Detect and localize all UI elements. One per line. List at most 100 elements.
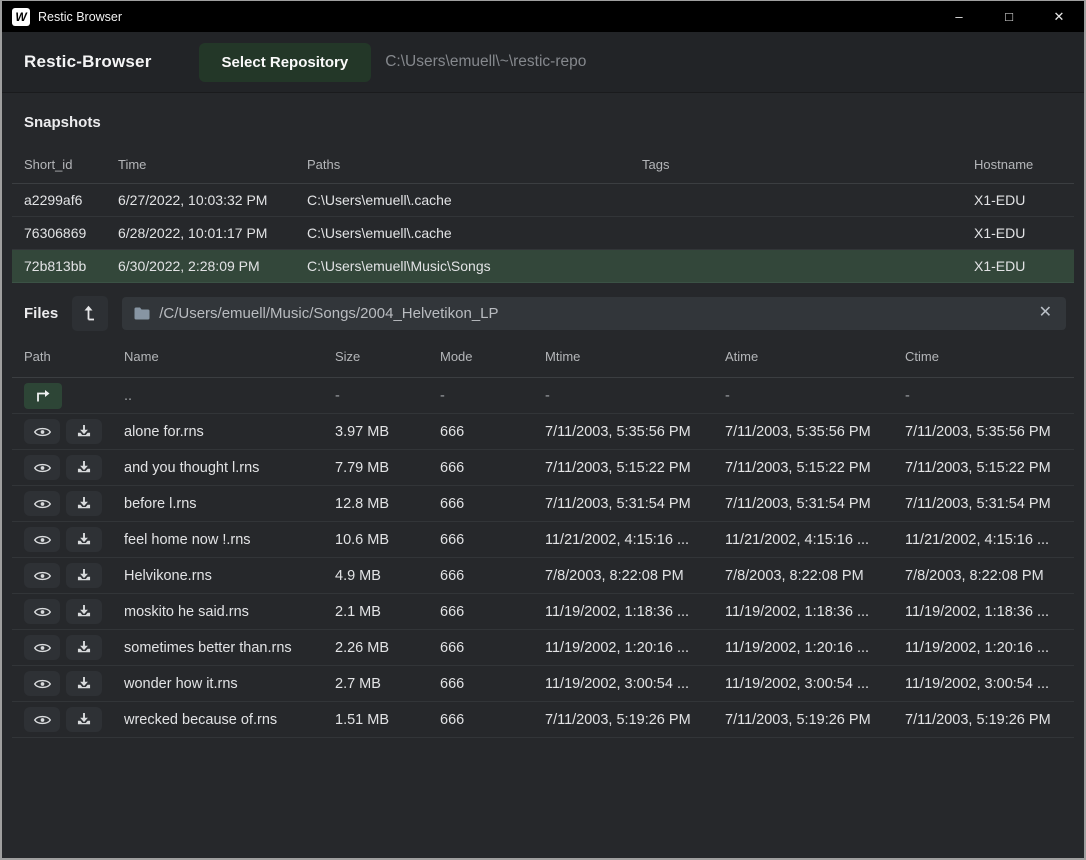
eye-icon: [34, 426, 51, 438]
column-header-time: Time: [118, 157, 307, 172]
snapshot-hostname: X1-EDU: [974, 258, 1062, 274]
column-header-mode: Mode: [440, 349, 545, 364]
snapshot-hostname: X1-EDU: [974, 225, 1062, 241]
download-file-button[interactable]: [66, 635, 102, 660]
column-header-path: Path: [24, 349, 124, 364]
file-mode: -: [440, 388, 545, 404]
file-ctime: 11/21/2002, 4:15:16 ...: [905, 532, 1062, 548]
download-file-button[interactable]: [66, 419, 102, 444]
download-file-button[interactable]: [66, 707, 102, 732]
file-name: and you thought l.rns: [124, 460, 335, 476]
maximize-button[interactable]: □: [984, 1, 1034, 32]
files-section-title: Files: [24, 305, 58, 322]
file-mtime: 7/11/2003, 5:19:26 PM: [545, 712, 725, 728]
download-icon: [77, 533, 91, 546]
up-right-arrow-icon: [35, 389, 51, 403]
download-icon: [77, 497, 91, 510]
preview-file-button[interactable]: [24, 419, 60, 444]
snapshots-section-title: Snapshots: [2, 93, 1084, 146]
select-repository-button[interactable]: Select Repository: [199, 43, 372, 82]
file-ctime: 11/19/2002, 3:00:54 ...: [905, 676, 1062, 692]
file-name: wonder how it.rns: [124, 676, 335, 692]
minimize-button[interactable]: –: [934, 1, 984, 32]
snapshot-paths: C:\Users\emuell\Music\Songs: [307, 258, 642, 274]
file-size: 3.97 MB: [335, 424, 440, 440]
download-file-button[interactable]: [66, 563, 102, 588]
file-row: Helvikone.rns 4.9 MB 666 7/8/2003, 8:22:…: [12, 558, 1074, 594]
snapshots-table-header: Short_id Time Paths Tags Hostname: [12, 146, 1074, 184]
column-header-short-id: Short_id: [24, 157, 118, 172]
snapshot-hostname: X1-EDU: [974, 192, 1062, 208]
file-atime: 11/21/2002, 4:15:16 ...: [725, 532, 905, 548]
file-atime: 11/19/2002, 3:00:54 ...: [725, 676, 905, 692]
file-name: before l.rns: [124, 496, 335, 512]
column-header-paths: Paths: [307, 157, 642, 172]
file-row: alone for.rns 3.97 MB 666 7/11/2003, 5:3…: [12, 414, 1074, 450]
clear-path-button[interactable]: ✕: [1037, 305, 1054, 321]
file-ctime: 7/11/2003, 5:35:56 PM: [905, 424, 1062, 440]
file-name: sometimes better than.rns: [124, 640, 335, 656]
window-controls: – □ ✕: [934, 1, 1084, 32]
download-icon: [77, 713, 91, 726]
snapshot-time: 6/28/2022, 10:01:17 PM: [118, 225, 307, 241]
close-button[interactable]: ✕: [1034, 1, 1084, 32]
eye-icon: [34, 714, 51, 726]
open-parent-directory-button[interactable]: [24, 383, 62, 409]
file-mode: 666: [440, 460, 545, 476]
snapshot-paths: C:\Users\emuell\.cache: [307, 192, 642, 208]
snapshot-row[interactable]: a2299af6 6/27/2022, 10:03:32 PM C:\Users…: [12, 184, 1074, 217]
snapshots-table-body: a2299af6 6/27/2022, 10:03:32 PM C:\Users…: [12, 184, 1074, 283]
file-mode: 666: [440, 496, 545, 512]
file-atime: 11/19/2002, 1:20:16 ...: [725, 640, 905, 656]
file-row: before l.rns 12.8 MB 666 7/11/2003, 5:31…: [12, 486, 1074, 522]
up-level-button[interactable]: [72, 296, 108, 331]
column-header-ctime: Ctime: [905, 349, 1062, 364]
app-logo-icon: W: [12, 8, 30, 26]
preview-file-button[interactable]: [24, 707, 60, 732]
column-header-name: Name: [124, 349, 335, 364]
preview-file-button[interactable]: [24, 527, 60, 552]
files-toolbar: Files /C/Users/emuell/Music/Songs/2004_H…: [2, 290, 1084, 336]
file-size: 1.51 MB: [335, 712, 440, 728]
download-file-button[interactable]: [66, 527, 102, 552]
download-icon: [77, 425, 91, 438]
download-file-button[interactable]: [66, 455, 102, 480]
file-size: 2.1 MB: [335, 604, 440, 620]
path-input-value: /C/Users/emuell/Music/Songs/2004_Helveti…: [159, 305, 1027, 322]
file-ctime: 7/11/2003, 5:15:22 PM: [905, 460, 1062, 476]
titlebar: W Restic Browser – □ ✕: [2, 1, 1084, 32]
snapshot-short-id: 76306869: [24, 225, 118, 241]
file-mode: 666: [440, 532, 545, 548]
preview-file-button[interactable]: [24, 599, 60, 624]
file-name: ..: [124, 388, 335, 404]
file-size: 2.26 MB: [335, 640, 440, 656]
file-ctime: 7/8/2003, 8:22:08 PM: [905, 568, 1062, 584]
preview-file-button[interactable]: [24, 455, 60, 480]
window-title: Restic Browser: [38, 10, 122, 24]
file-atime: 7/8/2003, 8:22:08 PM: [725, 568, 905, 584]
file-ctime: 7/11/2003, 5:31:54 PM: [905, 496, 1062, 512]
file-name: wrecked because of.rns: [124, 712, 335, 728]
file-row: moskito he said.rns 2.1 MB 666 11/19/200…: [12, 594, 1074, 630]
preview-file-button[interactable]: [24, 635, 60, 660]
download-file-button[interactable]: [66, 491, 102, 516]
snapshot-row[interactable]: 76306869 6/28/2022, 10:01:17 PM C:\Users…: [12, 217, 1074, 250]
file-atime: 7/11/2003, 5:19:26 PM: [725, 712, 905, 728]
file-row: wonder how it.rns 2.7 MB 666 11/19/2002,…: [12, 666, 1074, 702]
preview-file-button[interactable]: [24, 671, 60, 696]
download-file-button[interactable]: [66, 599, 102, 624]
download-file-button[interactable]: [66, 671, 102, 696]
file-ctime: 11/19/2002, 1:18:36 ...: [905, 604, 1062, 620]
preview-file-button[interactable]: [24, 491, 60, 516]
file-name: moskito he said.rns: [124, 604, 335, 620]
file-ctime: -: [905, 388, 1062, 404]
files-table: Path Name Size Mode Mtime Atime Ctime: [12, 336, 1074, 738]
file-atime: 11/19/2002, 1:18:36 ...: [725, 604, 905, 620]
preview-file-button[interactable]: [24, 563, 60, 588]
download-icon: [77, 677, 91, 690]
download-icon: [77, 641, 91, 654]
snapshot-row-selected[interactable]: 72b813bb 6/30/2022, 2:28:09 PM C:\Users\…: [12, 250, 1074, 283]
file-mtime: 11/19/2002, 3:00:54 ...: [545, 676, 725, 692]
file-name: Helvikone.rns: [124, 568, 335, 584]
path-input[interactable]: /C/Users/emuell/Music/Songs/2004_Helveti…: [122, 297, 1066, 330]
